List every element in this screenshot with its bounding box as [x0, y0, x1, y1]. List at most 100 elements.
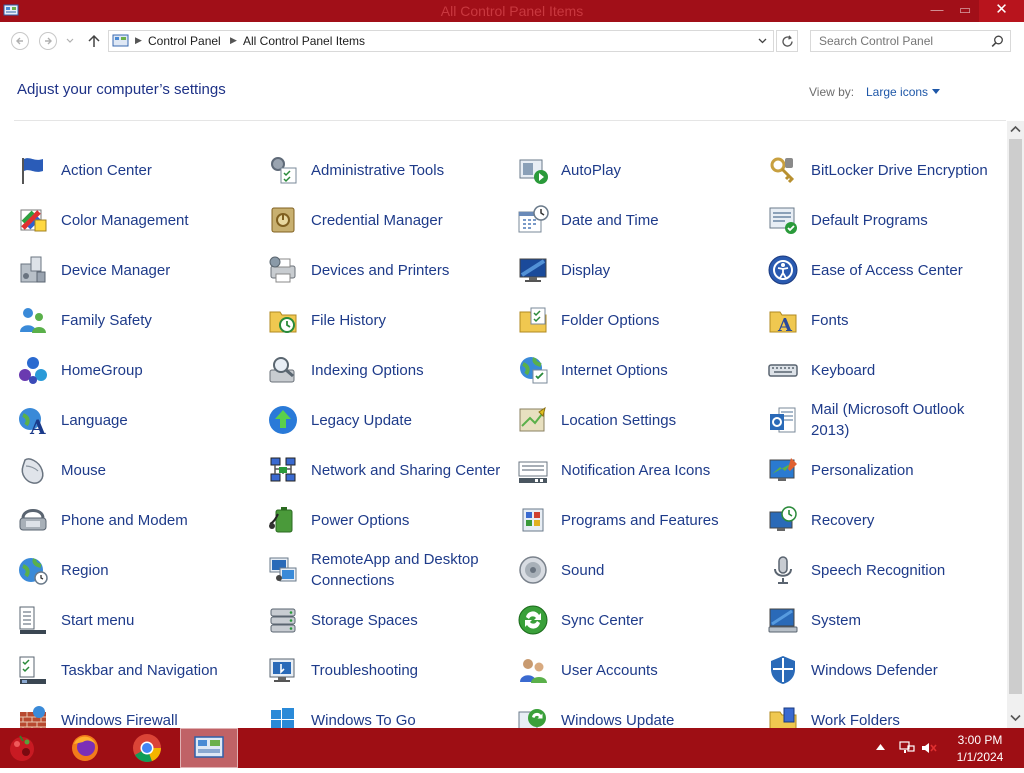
item-label[interactable]: RemoteApp and Desktop Connections — [311, 545, 501, 595]
item-label[interactable]: Sound — [561, 545, 751, 595]
taskbar-chrome-button[interactable] — [124, 728, 170, 768]
control-panel-item-ease-of-access-center[interactable]: Ease of Access Center — [767, 245, 1006, 295]
breadcrumb-separator-icon[interactable]: ▶ — [135, 35, 142, 46]
network-tray-icon[interactable] — [899, 741, 915, 755]
control-panel-item-family-safety[interactable]: Family Safety — [17, 295, 262, 345]
breadcrumb-separator-icon[interactable]: ▶ — [230, 35, 237, 46]
item-label[interactable]: Administrative Tools — [311, 145, 501, 195]
control-panel-item-credential-manager[interactable]: Credential Manager — [267, 195, 512, 245]
item-label[interactable]: Windows Update — [561, 695, 751, 729]
item-label[interactable]: Speech Recognition — [811, 545, 1001, 595]
control-panel-item-color-management[interactable]: Color Management — [17, 195, 262, 245]
item-label[interactable]: Windows Firewall — [61, 695, 251, 729]
close-button[interactable]: ✕ — [979, 0, 1024, 22]
control-panel-item-recovery[interactable]: Recovery — [767, 495, 1006, 545]
scroll-up-icon[interactable] — [1010, 125, 1021, 133]
item-label[interactable]: Windows Defender — [811, 645, 1001, 695]
search-icon[interactable] — [991, 35, 1004, 48]
search-input[interactable] — [811, 31, 989, 51]
item-label[interactable]: Storage Spaces — [311, 595, 501, 645]
item-label[interactable]: Language — [61, 395, 251, 445]
title-bar[interactable]: All Control Panel Items — ▭ ✕ — [0, 0, 1024, 22]
control-panel-item-work-folders[interactable]: Work Folders — [767, 695, 1006, 728]
item-label[interactable]: Recovery — [811, 495, 1001, 545]
control-panel-item-fonts[interactable]: A Fonts — [767, 295, 1006, 345]
item-label[interactable]: Programs and Features — [561, 495, 751, 545]
control-panel-item-indexing-options[interactable]: Indexing Options — [267, 345, 512, 395]
control-panel-item-storage-spaces[interactable]: Storage Spaces — [267, 595, 512, 645]
item-label[interactable]: Internet Options — [561, 345, 751, 395]
control-panel-item-troubleshooting[interactable]: Troubleshooting — [267, 645, 512, 695]
control-panel-item-mouse[interactable]: Mouse — [17, 445, 262, 495]
item-label[interactable]: Windows To Go — [311, 695, 501, 729]
item-label[interactable]: User Accounts — [561, 645, 751, 695]
control-panel-item-remoteapp-and-desktop-connections[interactable]: RemoteApp and Desktop Connections — [267, 545, 512, 595]
item-label[interactable]: Devices and Printers — [311, 245, 501, 295]
control-panel-item-windows-defender[interactable]: Windows Defender — [767, 645, 1006, 695]
item-label[interactable]: Fonts — [811, 295, 1001, 345]
item-label[interactable]: HomeGroup — [61, 345, 251, 395]
item-label[interactable]: Location Settings — [561, 395, 751, 445]
item-label[interactable]: Personalization — [811, 445, 1001, 495]
control-panel-item-device-manager[interactable]: Device Manager — [17, 245, 262, 295]
item-label[interactable]: Credential Manager — [311, 195, 501, 245]
control-panel-item-legacy-update[interactable]: Legacy Update — [267, 395, 512, 445]
control-panel-item-language[interactable]: A Language — [17, 395, 262, 445]
control-panel-item-programs-and-features[interactable]: Programs and Features — [517, 495, 762, 545]
control-panel-item-windows-to-go[interactable]: Windows To Go — [267, 695, 512, 728]
item-label[interactable]: Mouse — [61, 445, 251, 495]
system-clock[interactable]: 3:00 PM 1/1/2024 — [950, 732, 1010, 766]
item-label[interactable]: File History — [311, 295, 501, 345]
item-label[interactable]: BitLocker Drive Encryption — [811, 145, 1001, 195]
control-panel-item-windows-firewall[interactable]: Windows Firewall — [17, 695, 262, 728]
item-label[interactable]: Notification Area Icons — [561, 445, 751, 495]
control-panel-item-autoplay[interactable]: AutoPlay — [517, 145, 762, 195]
item-label[interactable]: Family Safety — [61, 295, 251, 345]
taskbar-control-panel-button[interactable] — [180, 728, 238, 768]
item-label[interactable]: Taskbar and Navigation — [61, 645, 251, 695]
view-by-chevron-icon[interactable] — [932, 89, 940, 94]
control-panel-item-default-programs[interactable]: Default Programs — [767, 195, 1006, 245]
item-label[interactable]: Legacy Update — [311, 395, 501, 445]
control-panel-item-folder-options[interactable]: Folder Options — [517, 295, 762, 345]
back-button[interactable] — [11, 32, 29, 50]
view-by-dropdown[interactable]: Large icons — [866, 85, 928, 99]
control-panel-item-sound[interactable]: Sound — [517, 545, 762, 595]
item-label[interactable]: System — [811, 595, 1001, 645]
scroll-down-icon[interactable] — [1010, 714, 1021, 722]
control-panel-item-mail-microsoft-outlook-2013[interactable]: Mail (Microsoft Outlook 2013) — [767, 395, 1006, 445]
item-label[interactable]: Keyboard — [811, 345, 1001, 395]
control-panel-item-power-options[interactable]: Power Options — [267, 495, 512, 545]
control-panel-item-system[interactable]: System — [767, 595, 1006, 645]
item-label[interactable]: Sync Center — [561, 595, 751, 645]
control-panel-item-location-settings[interactable]: Location Settings — [517, 395, 762, 445]
item-label[interactable]: Region — [61, 545, 251, 595]
item-label[interactable]: Network and Sharing Center — [311, 445, 501, 495]
control-panel-item-keyboard[interactable]: Keyboard — [767, 345, 1006, 395]
item-label[interactable]: Power Options — [311, 495, 501, 545]
address-bar[interactable]: ▶ Control Panel ▶ All Control Panel Item… — [108, 30, 774, 52]
control-panel-item-file-history[interactable]: File History — [267, 295, 512, 345]
item-label[interactable]: Mail (Microsoft Outlook 2013) — [811, 395, 1001, 445]
control-panel-item-region[interactable]: Region — [17, 545, 262, 595]
control-panel-item-start-menu[interactable]: Start menu — [17, 595, 262, 645]
control-panel-item-administrative-tools[interactable]: Administrative Tools — [267, 145, 512, 195]
item-label[interactable]: Work Folders — [811, 695, 1001, 729]
control-panel-item-devices-and-printers[interactable]: Devices and Printers — [267, 245, 512, 295]
forward-button[interactable] — [39, 32, 57, 50]
item-label[interactable]: Phone and Modem — [61, 495, 251, 545]
taskbar-firefox-button[interactable] — [62, 728, 108, 768]
control-panel-item-internet-options[interactable]: Internet Options — [517, 345, 762, 395]
item-label[interactable]: AutoPlay — [561, 145, 751, 195]
item-label[interactable]: Start menu — [61, 595, 251, 645]
show-hidden-icons-icon[interactable] — [876, 744, 885, 750]
control-panel-item-display[interactable]: Display — [517, 245, 762, 295]
item-label[interactable]: Date and Time — [561, 195, 751, 245]
control-panel-item-taskbar-and-navigation[interactable]: Taskbar and Navigation — [17, 645, 262, 695]
item-label[interactable]: Ease of Access Center — [811, 245, 1001, 295]
volume-muted-icon[interactable] — [921, 741, 937, 755]
item-label[interactable]: Troubleshooting — [311, 645, 501, 695]
search-box[interactable] — [810, 30, 1011, 52]
control-panel-item-bitlocker-drive-encryption[interactable]: BitLocker Drive Encryption — [767, 145, 1006, 195]
item-label[interactable]: Color Management — [61, 195, 251, 245]
